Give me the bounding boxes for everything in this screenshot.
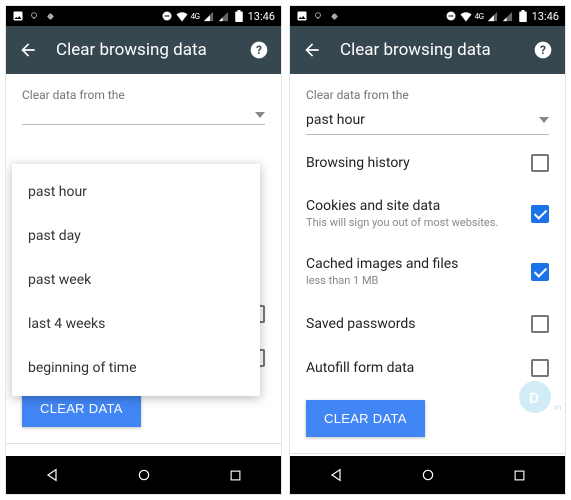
back-icon[interactable] <box>302 40 322 60</box>
time-range-dropdown[interactable] <box>6 108 281 131</box>
popup-option-past-week[interactable]: past week <box>12 258 260 302</box>
status-bar: 4G 13:46 <box>290 6 565 26</box>
back-icon[interactable] <box>18 40 38 60</box>
row-cookies[interactable]: Cookies and site data This will sign you… <box>290 185 565 243</box>
nav-home-button[interactable] <box>98 456 190 494</box>
status-clock: 13:46 <box>532 10 559 23</box>
row-label: Autofill form data <box>306 360 521 376</box>
popup-option-beginning-of-time[interactable]: beginning of time <box>12 346 260 390</box>
location-icon <box>44 10 56 22</box>
wifi-icon <box>176 10 188 22</box>
checkbox[interactable] <box>531 315 549 333</box>
row-autofill[interactable]: Autofill form data <box>290 346 565 390</box>
dnd-icon <box>445 10 457 22</box>
tip-icon <box>28 10 40 22</box>
android-nav-bar <box>290 456 565 494</box>
wifi-icon <box>460 10 472 22</box>
appbar-title: Clear browsing data <box>322 40 533 60</box>
checkbox[interactable] <box>531 359 549 377</box>
network-label: 4G <box>475 12 484 21</box>
app-bar: Clear browsing data ? <box>290 26 565 74</box>
signal-icon <box>203 10 215 22</box>
section-label: Clear data from the <box>290 74 565 108</box>
network-label: 4G <box>191 12 200 21</box>
popup-option-past-day[interactable]: past day <box>12 214 260 258</box>
help-icon[interactable]: ? <box>249 40 269 60</box>
screenshot-right: 4G 13:46 Clear browsing data ? Clear dat… <box>289 5 566 495</box>
nav-recent-button[interactable] <box>473 456 565 494</box>
row-saved-passwords[interactable]: Saved passwords <box>290 302 565 346</box>
row-label: Cached images and files <box>306 256 521 272</box>
row-browsing-history[interactable]: Browsing history <box>290 141 565 185</box>
battery-icon <box>517 10 529 22</box>
dnd-icon <box>161 10 173 22</box>
signal2-icon <box>502 10 514 22</box>
popup-option-past-hour[interactable]: past hour <box>12 170 260 214</box>
battery-icon <box>233 10 245 22</box>
status-clock: 13:46 <box>248 10 275 23</box>
nav-home-button[interactable] <box>382 456 474 494</box>
row-label: Saved passwords <box>306 316 521 332</box>
appbar-title: Clear browsing data <box>38 40 249 60</box>
tip-icon <box>312 10 324 22</box>
section-label: Clear data from the <box>6 74 281 108</box>
nav-recent-button[interactable] <box>189 456 281 494</box>
caret-down-icon <box>539 117 549 123</box>
checkbox[interactable] <box>531 154 549 172</box>
app-bar: Clear browsing data ? <box>6 26 281 74</box>
row-sublabel: less than 1 MB <box>306 274 521 288</box>
signal2-icon <box>218 10 230 22</box>
checkbox[interactable] <box>531 263 549 281</box>
row-cached[interactable]: Cached images and files less than 1 MB <box>290 243 565 301</box>
caret-down-icon <box>255 112 265 118</box>
photo-icon <box>12 10 24 22</box>
signal-icon <box>487 10 499 22</box>
screenshot-left: 4G 13:46 Clear browsing data ? Clear dat… <box>5 5 282 495</box>
help-icon[interactable]: ? <box>533 40 553 60</box>
time-range-popup: past hour past day past week last 4 week… <box>12 164 260 396</box>
dropdown-value: past hour <box>306 112 365 128</box>
android-nav-bar <box>6 456 281 494</box>
location-icon <box>328 10 340 22</box>
clear-data-button[interactable]: CLEAR DATA <box>306 400 425 437</box>
time-range-dropdown[interactable]: past hour <box>290 108 565 141</box>
popup-option-last-4-weeks[interactable]: last 4 weeks <box>12 302 260 346</box>
photo-icon <box>296 10 308 22</box>
row-label: Browsing history <box>306 155 521 171</box>
row-label: Cookies and site data <box>306 198 521 214</box>
nav-back-button[interactable] <box>290 456 382 494</box>
nav-back-button[interactable] <box>6 456 98 494</box>
checkbox[interactable] <box>531 205 549 223</box>
status-bar: 4G 13:46 <box>6 6 281 26</box>
row-sublabel: This will sign you out of most websites. <box>306 216 521 230</box>
svg-text:?: ? <box>256 43 262 57</box>
svg-text:?: ? <box>540 43 546 57</box>
